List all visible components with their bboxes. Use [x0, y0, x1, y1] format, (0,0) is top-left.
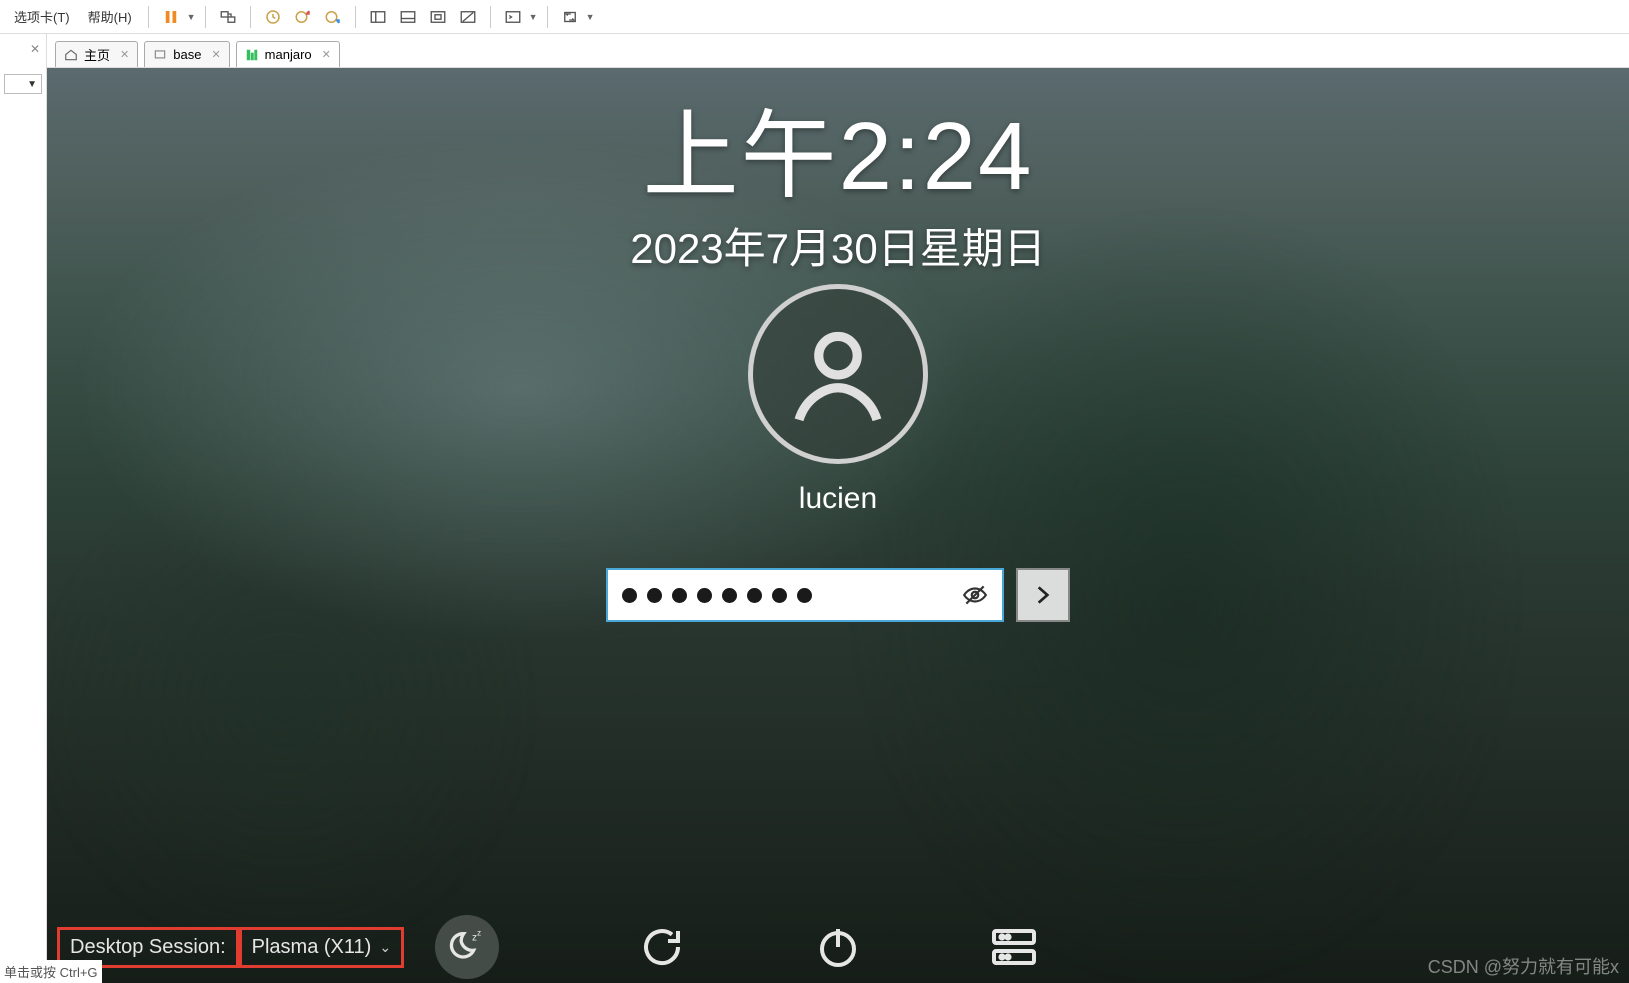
vm-icon	[153, 48, 167, 62]
watermark-text: CSDN @努力就有可能x	[1428, 953, 1619, 979]
tab-label: manjaro	[265, 47, 312, 62]
manjaro-icon	[245, 48, 259, 62]
sidebar-panel: ✕ ▼	[0, 34, 47, 983]
home-icon	[64, 48, 78, 62]
tab-label: base	[173, 47, 201, 62]
chevron-down-icon: ⌄	[379, 939, 391, 956]
menu-tabs[interactable]: 选项卡(T)	[6, 3, 78, 30]
pause-button[interactable]	[159, 5, 183, 29]
separator	[205, 6, 206, 28]
tab-manjaro[interactable]: manjaro ✕	[236, 41, 340, 67]
snapshot-icon[interactable]	[216, 5, 240, 29]
tab-close-icon[interactable]: ✕	[322, 48, 331, 61]
clock-upload-icon[interactable]	[291, 5, 315, 29]
shutdown-button[interactable]	[810, 919, 866, 975]
vm-display[interactable]: 上午2:24 2023年7月30日星期日 lucien	[47, 68, 1629, 983]
password-row	[606, 568, 1070, 622]
tab-base[interactable]: base ✕	[144, 41, 229, 67]
password-dot	[747, 588, 762, 603]
password-dot	[797, 588, 812, 603]
session-dropdown[interactable]: Plasma (X11) ⌄	[239, 927, 404, 968]
separator	[250, 6, 251, 28]
console-dropdown[interactable]: ▼	[529, 12, 539, 22]
status-bar: 单击或按 Ctrl+G	[0, 960, 102, 983]
user-avatar[interactable]	[748, 284, 928, 464]
visibility-toggle-icon[interactable]	[962, 582, 988, 608]
session-label: Desktop Session:	[70, 936, 226, 959]
separator	[148, 6, 149, 28]
restart-button[interactable]	[634, 919, 690, 975]
tab-bar: 主页 ✕ base ✕ manjaro ✕	[47, 34, 1629, 68]
session-selector-group: Desktop Session: Plasma (X11) ⌄	[57, 924, 404, 970]
expand-dropdown[interactable]: ▼	[586, 12, 596, 22]
sleep-button[interactable]: z z	[435, 915, 499, 979]
expand-icon[interactable]	[558, 5, 582, 29]
clock-time: 上午2:24	[643, 78, 1034, 217]
tab-close-icon[interactable]: ✕	[211, 48, 220, 61]
pause-dropdown[interactable]: ▼	[187, 12, 197, 22]
login-panel: 上午2:24 2023年7月30日星期日 lucien	[47, 78, 1629, 622]
fit-disabled-icon[interactable]	[456, 5, 480, 29]
power-controls	[634, 919, 1042, 975]
sidebar-close-icon[interactable]: ✕	[30, 42, 40, 56]
menu-help[interactable]: 帮助(H)	[80, 3, 140, 30]
password-dot	[622, 588, 637, 603]
password-dots	[622, 588, 952, 603]
layout-bottombar-icon[interactable]	[396, 5, 420, 29]
clock-date: 2023年7月30日星期日	[630, 215, 1046, 276]
password-dot	[672, 588, 687, 603]
password-dot	[772, 588, 787, 603]
separator	[490, 6, 491, 28]
password-dot	[647, 588, 662, 603]
clock-icon[interactable]	[261, 5, 285, 29]
password-input[interactable]	[606, 568, 1004, 622]
layout-sidebar-icon[interactable]	[366, 5, 390, 29]
other-options-button[interactable]	[986, 919, 1042, 975]
app-menubar: 选项卡(T) 帮助(H) ▼ ▼ ▼	[0, 0, 1629, 34]
password-dot	[697, 588, 712, 603]
fullscreen-icon[interactable]	[426, 5, 450, 29]
svg-text:z: z	[477, 927, 481, 937]
console-icon[interactable]	[501, 5, 525, 29]
sidebar-dropdown[interactable]: ▼	[4, 74, 42, 94]
tab-home[interactable]: 主页 ✕	[55, 41, 138, 67]
login-submit-button[interactable]	[1016, 568, 1070, 622]
tab-label: 主页	[84, 45, 110, 64]
tab-close-icon[interactable]: ✕	[120, 48, 129, 61]
session-value: Plasma (X11)	[252, 936, 372, 959]
username-label: lucien	[799, 482, 877, 516]
separator	[547, 6, 548, 28]
separator	[355, 6, 356, 28]
password-dot	[722, 588, 737, 603]
clock-download-icon[interactable]	[321, 5, 345, 29]
